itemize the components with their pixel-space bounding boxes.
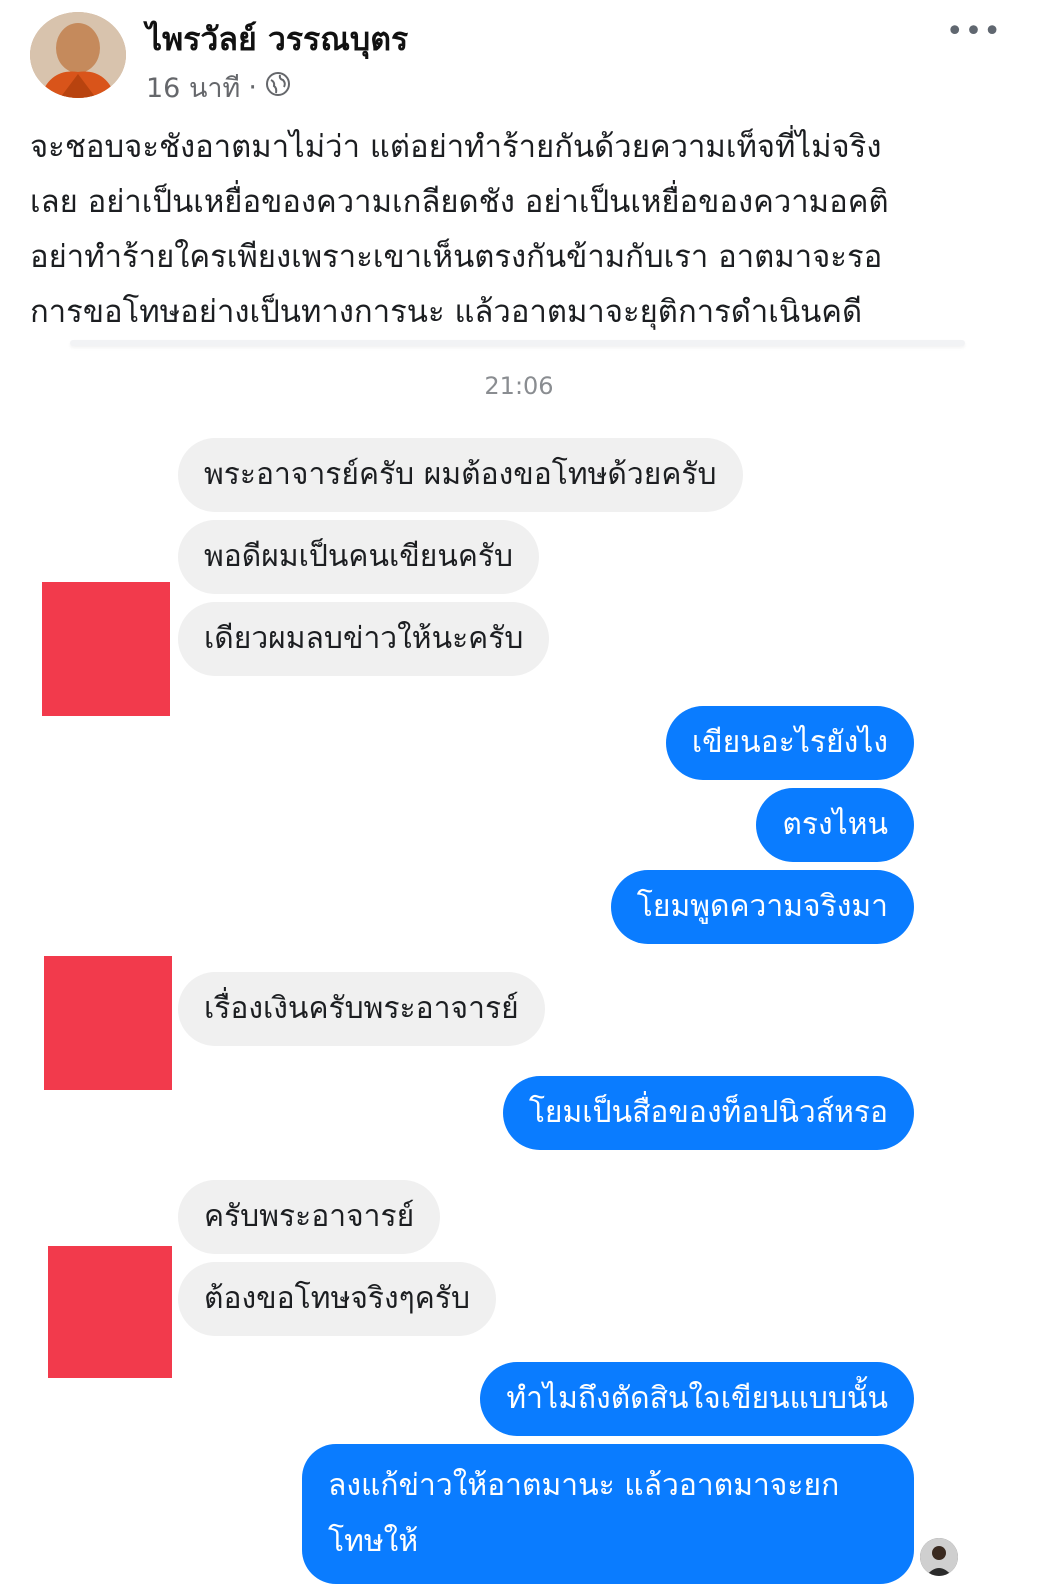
post-line: การขอโทษอย่างเป็นทางการนะ แล้วอาตมาจะยุต… (30, 294, 863, 330)
post-meta: 16 นาที · (146, 66, 291, 109)
redacted-avatar (48, 1246, 172, 1378)
chat-timestamp: 21:06 (484, 372, 554, 400)
outgoing-message: ลงแก้ข่าวให้อาตมานะ แล้วอาตมาจะยกโทษให้ (302, 1444, 914, 1584)
incoming-message: พอดีผมเป็นคนเขียนครับ (178, 520, 540, 594)
redacted-avatar (44, 956, 172, 1090)
outgoing-message: ตรงไหน (756, 788, 914, 862)
incoming-message: ครับพระอาจารย์ (178, 1180, 441, 1254)
seen-avatar (920, 1538, 958, 1576)
globe-icon (265, 71, 291, 104)
outgoing-message: โยมพูดความจริงมา (610, 870, 914, 944)
post-line: อย่าทำร้ายใครเพียงเพราะเขาเห็นตรงกันข้าม… (30, 239, 883, 275)
outgoing-message: โยมเป็นสื่อของท็อปนิวส์หรอ (502, 1076, 914, 1150)
post-header: ไพรวัลย์ วรรณบุตร 16 นาที · ••• (0, 0, 1038, 110)
incoming-message: เรื่องเงินครับพระอาจารย์ (178, 972, 545, 1046)
post-line: จะชอบจะชังอาตมาไม่ว่า แต่อย่าทำร้ายกันด้… (30, 129, 882, 165)
outgoing-message: ทำไมถึงตัดสินใจเขียนแบบนั้น (480, 1362, 914, 1436)
incoming-message: พระอาจารย์ครับ ผมต้องขอโทษด้วยครับ (178, 438, 743, 512)
post-time[interactable]: 16 นาที (146, 66, 240, 109)
post-text: จะชอบจะชังอาตมาไม่ว่า แต่อย่าทำร้ายกันด้… (30, 120, 1010, 340)
meta-separator: · (248, 72, 257, 103)
author-name[interactable]: ไพรวัลย์ วรรณบุตร (146, 14, 408, 65)
post-line: เลย อย่าเป็นเหยื่อของความเกลียดชัง อย่าเ… (30, 184, 889, 220)
more-options-icon[interactable]: ••• (946, 14, 1002, 49)
outgoing-message: เขียนอะไรยังไง (665, 706, 914, 780)
screenshot-divider (70, 340, 965, 346)
author-avatar[interactable] (30, 12, 126, 98)
incoming-message: เดียวผมลบข่าวให้นะครับ (178, 602, 550, 676)
incoming-message: ต้องขอโทษจริงๆครับ (178, 1262, 497, 1336)
redacted-avatar (42, 582, 170, 716)
